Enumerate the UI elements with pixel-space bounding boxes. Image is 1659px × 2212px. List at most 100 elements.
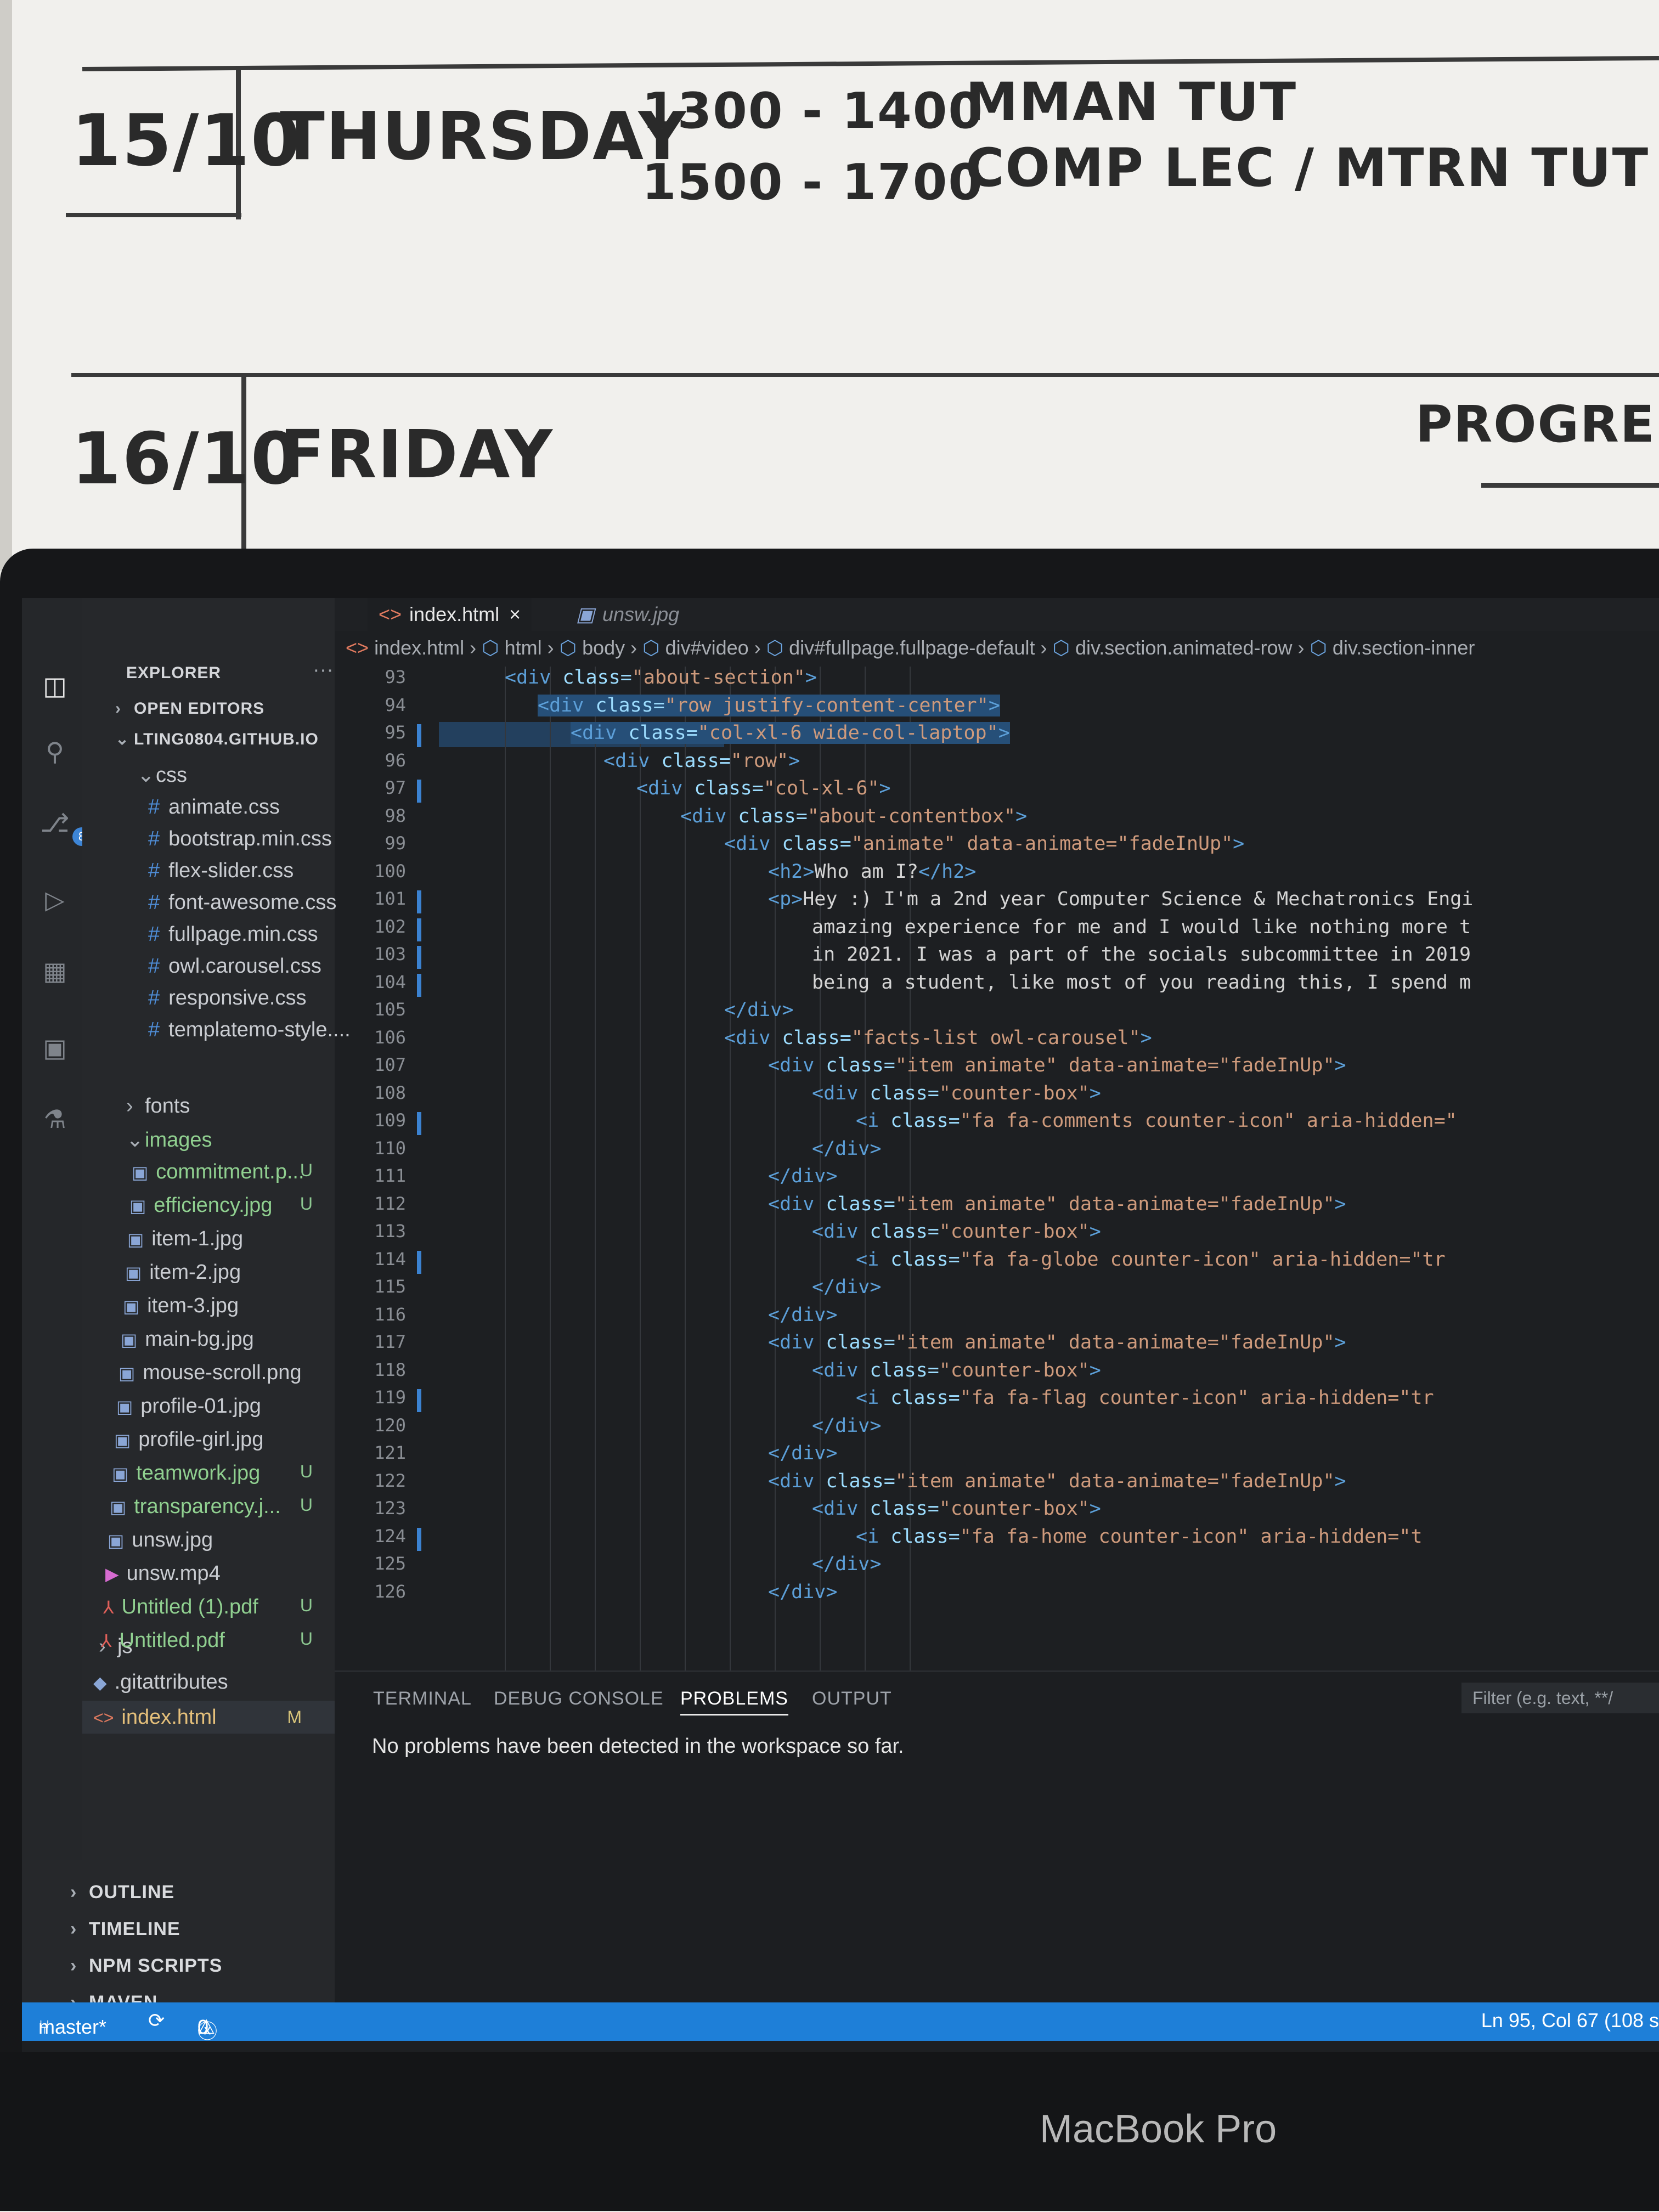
line-number: 101	[374, 888, 406, 909]
search-icon[interactable]: ⚲	[38, 735, 71, 768]
code-token: <i	[856, 1248, 891, 1271]
git-status: U	[300, 1595, 313, 1615]
file-image[interactable]: ▶ unsw.mp4	[105, 1562, 329, 1585]
line-number: 94	[385, 694, 406, 715]
outline-section[interactable]: › OUTLINE	[70, 1882, 174, 1903]
chevron-down-icon: ⌄	[137, 764, 155, 787]
file-css[interactable]: # owl.carousel.css	[148, 955, 321, 978]
code-token: class=	[826, 1331, 895, 1353]
tab-index-html[interactable]: <> index.html ×	[368, 598, 532, 631]
breadcrumb-item[interactable]: html	[505, 636, 542, 659]
file-css[interactable]: # flex-slider.css	[148, 859, 294, 883]
sync-icon[interactable]: ⟳	[148, 2009, 165, 2032]
code-token: "col-xl-6"	[763, 777, 879, 799]
code-token: <div	[505, 667, 563, 689]
file-label: item-2.jpg	[149, 1261, 241, 1284]
run-debug-icon[interactable]: ▷	[38, 883, 71, 916]
file-image[interactable]: ⅄ Untitled.pdf U	[101, 1629, 329, 1652]
code-line: <div class="row justify-content-center">	[538, 694, 1000, 716]
breadcrumb-item[interactable]: body	[582, 636, 625, 659]
file-image[interactable]: ▣ mouse-scroll.png	[119, 1361, 329, 1385]
modified-line-marker	[417, 1112, 421, 1135]
tab-output[interactable]: OUTPUT	[812, 1688, 892, 1709]
chevron-down-icon: ⌄	[115, 730, 130, 748]
pdf-file-icon: ⅄	[103, 1598, 114, 1617]
file-css[interactable]: # font-awesome.css	[148, 891, 336, 915]
modified-line-marker	[417, 973, 421, 997]
file-image[interactable]: ▣ main-bg.jpg	[121, 1328, 329, 1351]
file-label: Untitled.pdf	[119, 1629, 225, 1652]
file-image[interactable]: ⅄ Untitled (1).pdf U	[103, 1595, 329, 1619]
folder-images[interactable]: ⌄images	[126, 1127, 212, 1152]
file-index-html[interactable]: <> index.html M	[82, 1701, 335, 1734]
file-css[interactable]: # responsive.css	[148, 986, 306, 1010]
code-token: in 2021. I was a part of the socials sub…	[812, 944, 1471, 966]
breadcrumb-item[interactable]: div.section.animated-row	[1075, 636, 1293, 659]
breadcrumb-item[interactable]: div#fullpage.fullpage-default	[789, 636, 1035, 659]
code-line: <div class="row">	[603, 750, 800, 772]
file-image[interactable]: ▣ teamwork.jpg U	[112, 1462, 329, 1485]
remote-explorer-icon[interactable]: ▣	[38, 1031, 71, 1064]
cursor-position[interactable]: Ln 95, Col 67 (108 s	[1481, 2009, 1659, 2032]
source-control-icon[interactable]: ⎇ 8	[38, 806, 91, 846]
code-line: <i class="fa fa-home counter-icon" aria-…	[856, 1526, 1423, 1548]
file-image[interactable]: ▣ item-3.jpg	[123, 1294, 329, 1318]
open-editors-section[interactable]: › OPEN EDITORS	[115, 699, 264, 718]
modified-line-marker	[417, 1250, 421, 1274]
breadcrumb-item[interactable]: div.section-inner	[1333, 636, 1475, 659]
problems-filter-input[interactable]: Filter (e.g. text, **/	[1462, 1683, 1659, 1713]
whiteboard-rule	[1481, 483, 1659, 488]
extensions-icon[interactable]: ▦	[38, 955, 71, 988]
file-image[interactable]: ▣ commitment.p... U	[132, 1160, 329, 1184]
tab-problems[interactable]: PROBLEMS	[680, 1688, 788, 1716]
code-editor[interactable]: <div class="about-section"> <div class="r…	[439, 667, 1659, 1692]
breadcrumb-item[interactable]: index.html	[374, 636, 464, 659]
file-css[interactable]: # fullpage.min.css	[148, 923, 318, 946]
explorer-icon[interactable]: ◫	[38, 669, 71, 702]
code-token: >	[1089, 1221, 1101, 1243]
file-image[interactable]: ▣ item-2.jpg	[125, 1261, 329, 1284]
image-file-icon: ▣	[110, 1497, 127, 1517]
file-label: fullpage.min.css	[168, 923, 318, 946]
file-image[interactable]: ▣ efficiency.jpg U	[129, 1194, 329, 1217]
laptop-chin	[0, 2052, 1659, 2211]
line-number: 93	[385, 667, 406, 687]
folder-css[interactable]: ⌄css	[137, 763, 187, 787]
code-token: </div>	[768, 1442, 838, 1464]
warning-count: 0	[198, 2016, 209, 2038]
problems-message: No problems have been detected in the wo…	[372, 1735, 904, 1758]
explorer-more-button[interactable]: ···	[313, 658, 334, 682]
file-image[interactable]: ▣ profile-girl.jpg	[114, 1428, 329, 1452]
file-image[interactable]: ▣ unsw.jpg	[108, 1528, 329, 1552]
file-image[interactable]: ▣ profile-01.jpg	[116, 1395, 329, 1418]
testing-icon[interactable]: ⚗	[38, 1103, 71, 1136]
breadcrumb-item[interactable]: div#video	[665, 636, 749, 659]
file-label: unsw.jpg	[132, 1528, 213, 1551]
line-number: 100	[374, 860, 406, 882]
breadcrumb: <> index.html › ⬡ html › ⬡ body › ⬡ div#…	[346, 636, 1475, 659]
file-gitattributes[interactable]: ◆ .gitattributes	[93, 1671, 228, 1694]
code-token: >	[988, 694, 1000, 716]
code-token: <i	[856, 1110, 891, 1132]
code-token: "counter-box"	[939, 1359, 1090, 1381]
workspace-root[interactable]: ⌄ LTING0804.GITHUB.IO	[115, 730, 319, 749]
folder-label: images	[145, 1128, 212, 1152]
file-label: font-awesome.css	[168, 891, 337, 914]
tab-debug-console[interactable]: DEBUG CONSOLE	[494, 1688, 664, 1709]
tab-unsw-jpg[interactable]: ▣ unsw.jpg	[565, 598, 690, 631]
code-line: <div class="item animate" data-animate="…	[768, 1470, 1346, 1492]
file-css[interactable]: # animate.css	[148, 795, 280, 819]
npm-scripts-section[interactable]: › NPM SCRIPTS	[70, 1955, 222, 1977]
tab-terminal[interactable]: TERMINAL	[373, 1688, 472, 1709]
section-label: NPM SCRIPTS	[89, 1955, 223, 1976]
image-file-icon: ▣	[125, 1263, 142, 1283]
file-image[interactable]: ▣ item-1.jpg	[127, 1227, 329, 1251]
css-file-icon: #	[148, 795, 160, 819]
file-css[interactable]: # bootstrap.min.css	[148, 827, 332, 851]
close-icon[interactable]: ×	[509, 603, 521, 625]
folder-fonts[interactable]: › fonts	[126, 1094, 190, 1118]
file-image[interactable]: ▣ transparency.j... U	[110, 1495, 329, 1519]
timeline-section[interactable]: › TIMELINE	[70, 1918, 180, 1940]
file-css[interactable]: # templatemo-style....	[148, 1018, 351, 1042]
file-label: item-1.jpg	[151, 1227, 244, 1250]
